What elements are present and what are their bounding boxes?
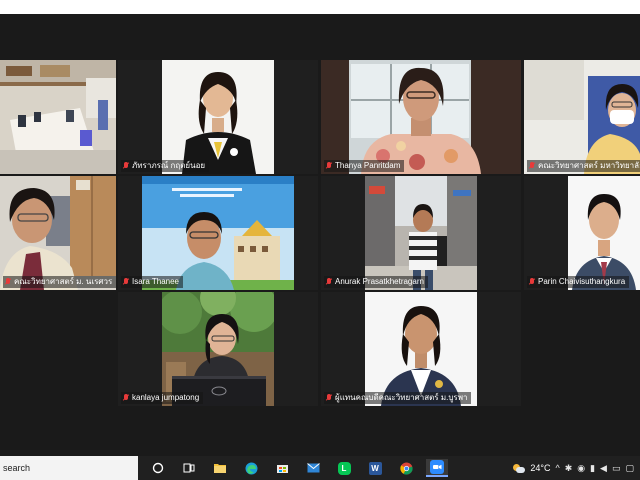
participant-video [162,60,274,174]
participant-name-tag: Anurak Prasatkhetragarn [324,276,428,288]
weather-icon[interactable] [513,463,526,473]
participant-video [365,292,477,406]
participant-name-tag: ภัทราภรณ์ กฤตย์นอย [121,160,210,172]
muted-mic-icon [326,278,332,286]
taskbar-search-input[interactable]: search [0,456,138,480]
network-icon[interactable]: ◉ [577,463,585,474]
speaker-icon[interactable]: ◀ [600,463,607,474]
participant-tile[interactable]: Anurak Prasatkhetragarn [321,176,521,290]
participant-tile[interactable]: Thanya Panritdam [321,60,521,174]
line-icon[interactable]: L [333,459,355,477]
participant-tile-active-speaker[interactable]: คณะวิทยาศาสตร์ มหาวิทยาลัยบูรพา [524,60,640,174]
participant-video [365,176,477,290]
muted-mic-icon [326,394,332,402]
participant-tile[interactable]: ผู้แทนคณบดีคณะวิทยาศาสตร์ ม.บูรพา [321,292,521,406]
edge-icon[interactable] [240,459,262,477]
store-icon[interactable] [271,459,293,477]
muted-mic-icon [529,278,535,286]
participant-video [142,176,294,290]
participant-video [0,176,116,290]
participant-name-tag: ผู้แทนคณบดีคณะวิทยาศาสตร์ ม.บูรพา [324,392,472,404]
participant-tile[interactable]: คณะวิทยาศาสตร์ ม. นเรศวร [0,176,116,290]
bluetooth-icon[interactable]: ✱ [565,463,573,474]
notification-icon[interactable]: ▢ [625,463,634,474]
participant-name-tag: Isara Thanee [121,276,183,288]
participant-tile[interactable]: Isara Thanee [118,176,318,290]
participant-tile[interactable]: ภัทราภรณ์ กฤตย์นอย [118,60,318,174]
battery-icon[interactable]: ▭ [612,463,621,474]
participant-video [0,60,116,174]
participant-name-tag: Thanya Panritdam [324,160,405,172]
word-icon[interactable]: W [364,459,386,477]
chrome-icon[interactable] [395,459,417,477]
participant-name-tag: kanlaya jumpatong [121,392,204,404]
search-label: search [3,463,31,473]
task-view-icon[interactable] [178,459,200,477]
muted-mic-icon [123,278,129,286]
weather-temperature[interactable]: 24°C [530,463,550,473]
video-gallery: ภัทราภรณ์ กฤตย์นอย Thanya Panritdam คณะว… [0,14,640,456]
tray-chevron-icon[interactable]: ^ [555,463,559,473]
muted-mic-icon [326,162,332,170]
muted-mic-icon [5,278,11,286]
muted-mic-icon [123,162,129,170]
window-top-bar [0,0,640,14]
participant-name-tag: คณะวิทยาศาสตร์ มหาวิทยาลัยบูรพา [527,160,640,172]
participant-video [321,60,521,174]
participant-name-tag: Parin Chaivisuthangkura [527,276,630,288]
muted-mic-icon [123,394,129,402]
file-explorer-icon[interactable] [209,459,231,477]
participant-video [524,60,640,174]
participant-video [162,292,274,406]
participant-video [568,176,640,290]
zoom-icon[interactable] [426,459,448,477]
cortana-icon[interactable] [147,459,169,477]
mail-icon[interactable] [302,459,324,477]
microphone-icon[interactable]: ▮ [590,463,595,474]
participant-tile[interactable]: Parin Chaivisuthangkura [524,176,640,290]
participant-name-tag: คณะวิทยาศาสตร์ ม. นเรศวร [3,276,116,288]
participant-tile[interactable] [0,60,116,174]
windows-taskbar: search L W 24°C ^ ✱ ◉ ▮ ◀ ▭ ▢ [0,456,640,480]
muted-mic-icon [529,162,535,170]
participant-tile[interactable]: kanlaya jumpatong [118,292,318,406]
system-tray: 24°C ^ ✱ ◉ ▮ ◀ ▭ ▢ [513,463,640,474]
